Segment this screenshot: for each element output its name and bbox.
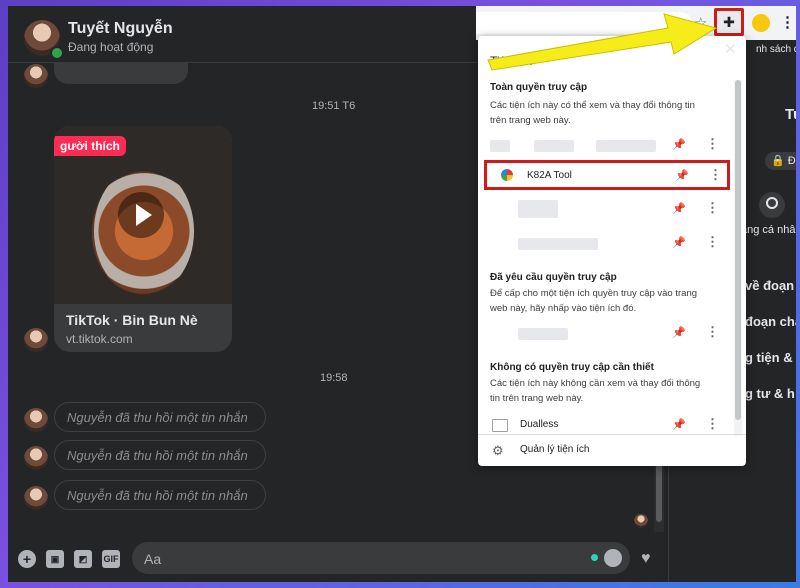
- manage-extensions-row[interactable]: ⚙ Quản lý tiện ích: [478, 434, 746, 466]
- like-icon[interactable]: ♥: [641, 550, 651, 568]
- no-access-heading: Không có quyền truy cập cần thiết: [490, 362, 654, 373]
- profile-avatar-icon[interactable]: [752, 14, 770, 32]
- sticker-icon[interactable]: ◩: [74, 550, 92, 568]
- full-access-desc: Các tiện ích này có thể xem và thay đổi …: [490, 100, 695, 126]
- more-options-icon[interactable]: ⋮: [709, 167, 722, 183]
- dualless-label: Dualless: [520, 419, 559, 430]
- recalled-message[interactable]: Nguyễn đã thu hồi một tin nhắn: [54, 440, 266, 470]
- play-icon[interactable]: [118, 192, 164, 238]
- image-icon[interactable]: ▣: [46, 550, 64, 568]
- panel-contact-name: Tu: [785, 106, 796, 123]
- message-avatar: [24, 486, 48, 510]
- contact-name[interactable]: Tuyết Nguyễn: [68, 20, 173, 38]
- k2a-logo-icon: [501, 169, 513, 181]
- blurred-extension: [534, 140, 574, 152]
- blurred-extension: [490, 140, 510, 152]
- seen-avatar: [634, 514, 648, 528]
- manage-extensions-label: Quản lý tiện ích: [520, 444, 590, 455]
- screenshot-frame: Tuyết Nguyễn Đang hoạt động 19:51 T6 gườ…: [8, 6, 796, 582]
- extension-row[interactable]: 📌 ⋮: [478, 196, 734, 222]
- message-input[interactable]: [142, 548, 586, 570]
- online-status-dot: [50, 46, 64, 60]
- message-input-wrap[interactable]: [132, 542, 630, 574]
- no-access-desc: Các tiện ích này không cần xem và thay đ…: [490, 378, 701, 404]
- message-avatar: [24, 328, 48, 352]
- dualless-icon: [492, 419, 508, 432]
- card-title: TikTok · Bin Bun Nè: [66, 312, 198, 328]
- pin-icon[interactable]: 📌: [672, 326, 686, 339]
- scrollbar-thumb[interactable]: [656, 462, 662, 522]
- more-options-icon[interactable]: ⋮: [706, 234, 719, 250]
- timestamp: 19:51 T6: [312, 100, 356, 112]
- message-avatar: [24, 64, 48, 88]
- more-options-icon[interactable]: ⋮: [706, 200, 719, 216]
- full-access-heading: Toàn quyền truy cập: [490, 82, 588, 93]
- plus-icon[interactable]: +: [18, 550, 36, 568]
- pin-icon[interactable]: 📌: [672, 418, 686, 431]
- extensions-popup: Tiện ích Toàn quyền truy cập Các tiện íc…: [478, 36, 746, 466]
- requested-heading: Đã yêu cầu quyền truy cập: [490, 272, 617, 283]
- pin-icon[interactable]: 📌: [672, 138, 686, 151]
- pin-icon[interactable]: 📌: [672, 236, 686, 249]
- blurred-extension: [518, 200, 558, 218]
- panel-item-customize[interactable]: đoạn cha: [745, 314, 796, 329]
- k2a-label: K82A Tool: [527, 170, 572, 181]
- more-options-icon[interactable]: ⋮: [706, 416, 719, 432]
- yellow-arrow-annotation: [487, 13, 718, 71]
- reading-list-label[interactable]: nh sách đọc: [756, 44, 796, 55]
- recalled-message[interactable]: Nguyễn đã thu hồi một tin nhắn: [54, 480, 266, 510]
- message-avatar: [24, 446, 48, 470]
- pin-icon[interactable]: 📌: [675, 169, 689, 182]
- pin-icon[interactable]: 📌: [672, 202, 686, 215]
- encryption-label: Đư: [787, 155, 796, 167]
- panel-item-about[interactable]: về đoạn: [745, 278, 794, 293]
- extension-row[interactable]: 📌 ⋮: [478, 320, 734, 346]
- encryption-badge[interactable]: 🔒 Đư: [765, 152, 796, 170]
- k2a-extension-row[interactable]: K82A Tool 📌 ⋮: [484, 160, 730, 190]
- blurred-extension: [596, 140, 656, 152]
- profile-icon[interactable]: [759, 192, 785, 218]
- status-dot-icon: [591, 554, 598, 561]
- recalled-message[interactable]: Nguyễn đã thu hồi một tin nhắn: [54, 402, 266, 432]
- popup-scrollbar[interactable]: [734, 80, 742, 436]
- card-url: vt.tiktok.com: [66, 332, 133, 346]
- blurred-extension: [518, 328, 568, 340]
- extension-row[interactable]: 📌 ⋮: [478, 230, 734, 256]
- previous-media-thumbnail[interactable]: [54, 62, 188, 84]
- message-avatar: [24, 408, 48, 432]
- gear-icon: ⚙: [492, 443, 504, 458]
- more-options-icon[interactable]: ⋮: [706, 324, 719, 340]
- more-options-icon[interactable]: ⋮: [706, 136, 719, 152]
- popup-scrollbar-thumb[interactable]: [735, 80, 741, 420]
- blurred-extension: [518, 238, 598, 250]
- contact-status: Đang hoạt động: [68, 40, 154, 54]
- gif-icon[interactable]: GIF: [102, 550, 120, 568]
- timestamp: 19:58: [320, 372, 348, 384]
- message-composer: + ▣ ◩ GIF ♥: [8, 538, 668, 582]
- requested-desc: Để cấp cho một tiện ích quyền truy cập v…: [490, 288, 698, 314]
- tiktok-tag: gười thích: [54, 136, 126, 156]
- profile-label[interactable]: ang cá nhân: [741, 224, 796, 236]
- tiktok-link-card[interactable]: gười thích TikTok · Bin Bun Nè vt.tiktok…: [54, 126, 232, 352]
- extension-row[interactable]: 📌 ⋮: [478, 132, 734, 158]
- emoji-icon[interactable]: [604, 549, 622, 567]
- browser-menu-icon[interactable]: ⋮: [780, 13, 795, 31]
